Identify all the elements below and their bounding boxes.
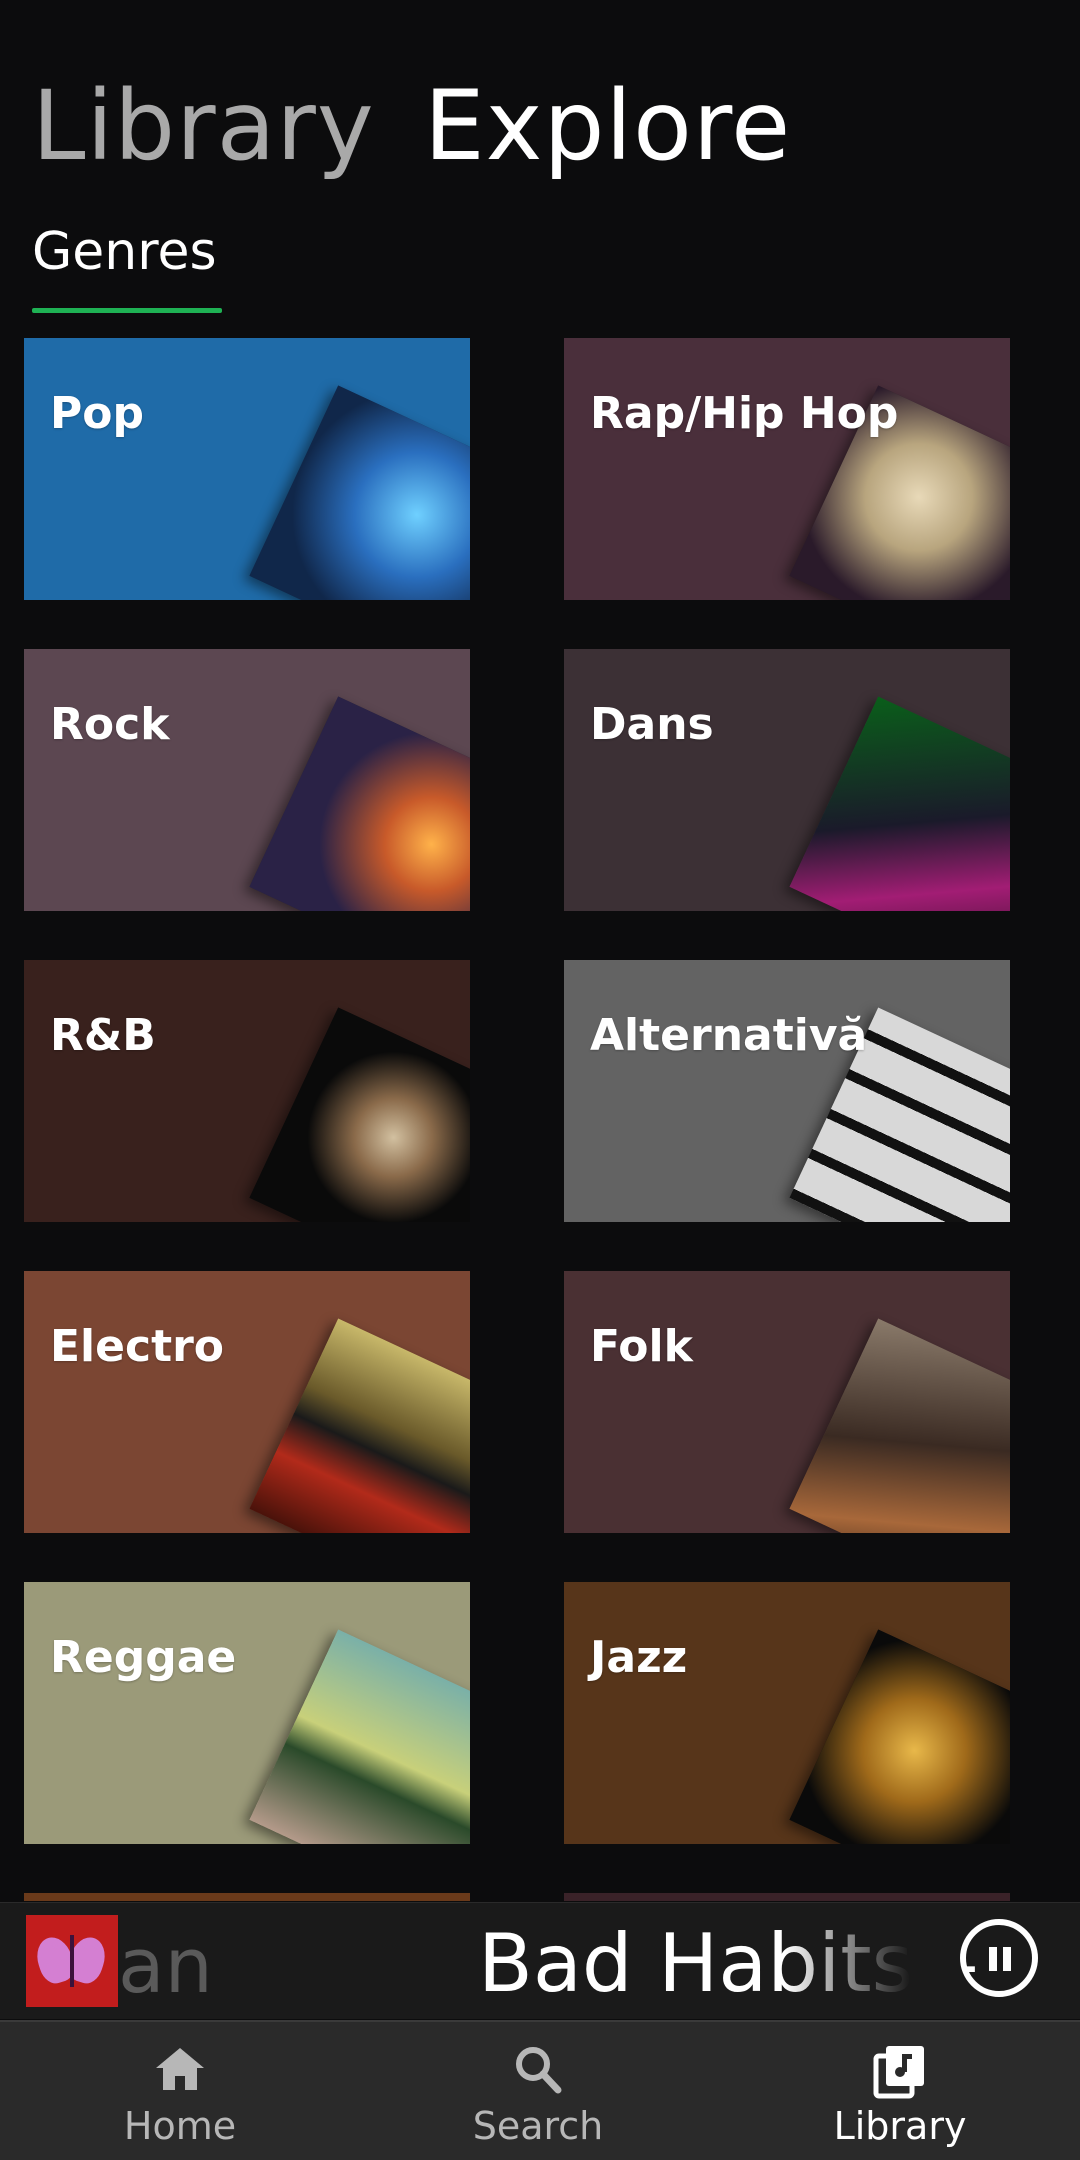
genre-label: R&B	[50, 1010, 156, 1061]
genre-tile[interactable]: Rap/Hip Hop	[564, 338, 1010, 600]
genre-tile[interactable]: Reggae	[24, 1582, 470, 1844]
bottom-navigation: Home Search Library	[0, 2020, 1080, 2160]
tab-library[interactable]: Library	[32, 70, 375, 182]
genre-tile[interactable]: Alternativă	[564, 960, 1010, 1222]
genre-tile[interactable]: Jazz	[564, 1582, 1010, 1844]
genre-tile[interactable]	[24, 1893, 470, 1901]
genre-tile[interactable]	[564, 1893, 1010, 1901]
genre-tile[interactable]: Dans	[564, 649, 1010, 911]
genre-label: Pop	[50, 388, 144, 439]
genre-tile[interactable]: Rock	[24, 649, 470, 911]
previous-track-title: an	[118, 1921, 213, 2010]
subtab-genres[interactable]: Genres	[32, 222, 217, 282]
genre-art	[249, 1318, 470, 1533]
genre-art	[249, 385, 470, 600]
butterfly-album-art[interactable]	[26, 1915, 118, 2007]
genre-label: Electro	[50, 1321, 225, 1372]
tab-explore[interactable]: Explore	[424, 70, 791, 182]
home-icon	[156, 2048, 204, 2090]
genre-art	[249, 1629, 470, 1844]
genre-label: Folk	[590, 1321, 693, 1372]
genre-label: Rock	[50, 699, 170, 750]
nav-library-label: Library	[833, 2104, 967, 2148]
subtab-indicator	[32, 308, 222, 313]
genre-label: Jazz	[590, 1632, 688, 1683]
pause-button[interactable]	[960, 1919, 1038, 1997]
genre-label: Alternativă	[590, 1010, 868, 1061]
top-header: Library Explore Genres	[0, 0, 1080, 320]
nav-search[interactable]: Search	[438, 2022, 638, 2160]
genre-tile[interactable]: Pop	[24, 338, 470, 600]
genre-tile[interactable]: Electro	[24, 1271, 470, 1533]
genre-art	[789, 696, 1010, 911]
nav-home[interactable]: Home	[80, 2022, 280, 2160]
genre-art	[789, 1318, 1010, 1533]
genre-art	[249, 1007, 470, 1222]
genre-tile[interactable]: R&B	[24, 960, 470, 1222]
genre-art	[789, 1629, 1010, 1844]
nav-library[interactable]: Library	[800, 2022, 1000, 2160]
genre-label: Dans	[590, 699, 714, 750]
title-fade	[784, 1903, 964, 2019]
genre-label: Rap/Hip Hop	[590, 388, 899, 439]
nav-home-label: Home	[123, 2104, 237, 2148]
genre-art	[249, 696, 470, 911]
library-icon	[873, 2046, 924, 2099]
search-icon	[516, 2047, 562, 2094]
genre-tile[interactable]: Folk	[564, 1271, 1010, 1533]
genre-label: Reggae	[50, 1632, 237, 1683]
mini-player[interactable]: an Bad Habits –	[0, 1902, 1080, 2019]
nav-search-label: Search	[472, 2104, 604, 2148]
